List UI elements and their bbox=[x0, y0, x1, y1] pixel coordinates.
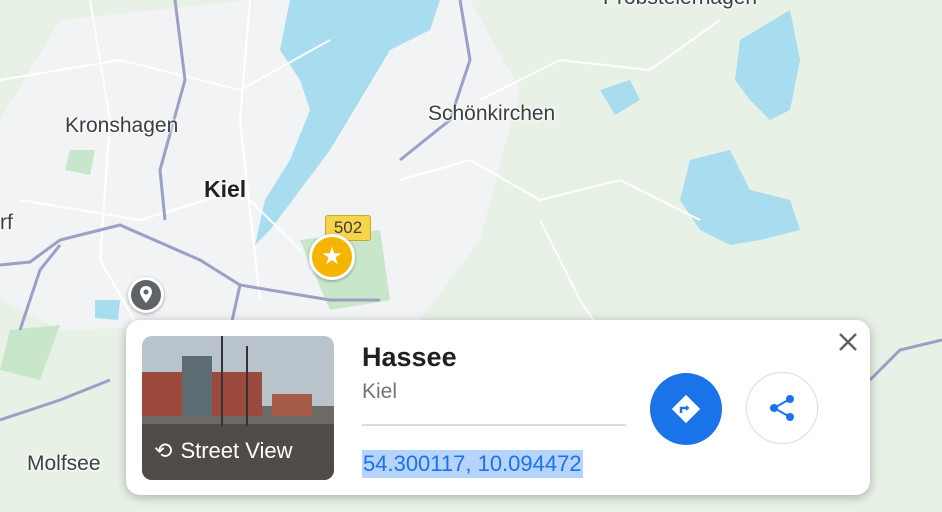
place-label-probsteierhagen[interactable]: Probsteierhagen bbox=[603, 0, 757, 10]
place-title: Hassee bbox=[362, 342, 457, 372]
place-label-partial[interactable]: rf bbox=[0, 211, 13, 235]
place-label-kiel[interactable]: Kiel bbox=[204, 176, 246, 203]
share-icon bbox=[770, 395, 794, 421]
street-view-button[interactable]: ⟲ Street View bbox=[154, 438, 293, 464]
place-label-kronshagen[interactable]: Kronshagen bbox=[65, 114, 178, 138]
coordinates-text[interactable]: 54.300117, 10.094472 bbox=[362, 450, 583, 478]
location-pin[interactable] bbox=[128, 277, 164, 313]
divider bbox=[362, 424, 626, 426]
location-marker-icon bbox=[131, 280, 161, 310]
directions-icon bbox=[671, 394, 701, 424]
street-view-label: Street View bbox=[180, 438, 293, 463]
place-info-card: ⟲ Street View Hassee Kiel 54.300117, 10.… bbox=[126, 320, 870, 495]
starred-place-pin[interactable]: ★ bbox=[309, 234, 355, 280]
street-view-icon: ⟲ bbox=[154, 438, 173, 463]
place-label-molfsee[interactable]: Molfsee bbox=[27, 452, 101, 476]
place-label-schonkirchen[interactable]: Schönkirchen bbox=[428, 102, 555, 126]
star-icon: ★ bbox=[321, 243, 343, 270]
directions-button[interactable] bbox=[650, 373, 722, 445]
lake bbox=[95, 300, 120, 320]
street-view-thumbnail[interactable]: ⟲ Street View bbox=[142, 336, 334, 480]
share-button[interactable] bbox=[746, 372, 818, 444]
close-icon bbox=[839, 333, 857, 351]
close-button[interactable] bbox=[834, 328, 862, 356]
place-subtitle: Kiel bbox=[362, 380, 398, 403]
